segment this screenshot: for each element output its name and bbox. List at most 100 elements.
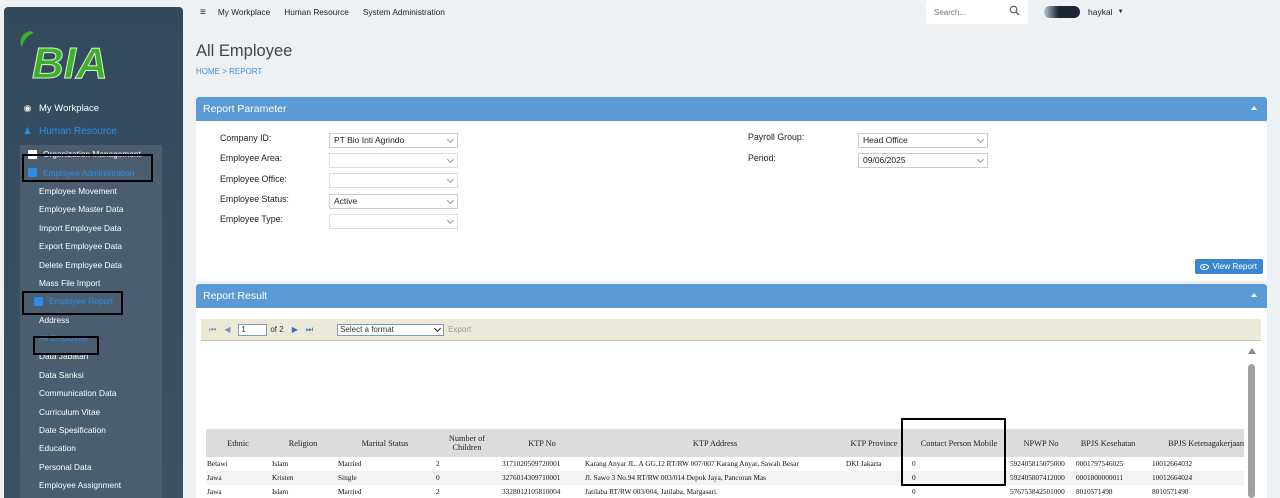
employee-type-select[interactable] — [329, 214, 458, 229]
eye-icon — [1199, 263, 1209, 270]
user-menu[interactable]: haykal ▼ — [1044, 6, 1124, 18]
chevron-down-icon — [976, 135, 985, 144]
employee-office-select[interactable] — [329, 173, 458, 188]
cell-religion: Islam — [272, 459, 289, 468]
employee-type-label: Employee Type: — [220, 214, 283, 224]
payroll-group-select[interactable]: Head Office — [858, 133, 988, 148]
cell-npwp-no: 592405807412000 — [1010, 473, 1065, 482]
cell-religion: Kristen — [272, 473, 294, 482]
chevron-down-icon — [446, 175, 455, 184]
nav-my-workplace[interactable]: ◉ My Workplace — [4, 99, 183, 117]
view-report-label: View Report — [1212, 262, 1257, 271]
cell-ktp-province — [846, 485, 902, 498]
payroll-group-value: Head Office — [863, 135, 908, 145]
menu-icon[interactable]: ≡ — [200, 7, 206, 18]
export-link[interactable]: Export — [448, 325, 471, 334]
cell-ktp-province — [846, 471, 902, 485]
cell-ethnic: Jawa — [207, 487, 222, 496]
sub-education[interactable]: Education — [20, 439, 162, 457]
sub-date-spesification-label: Date Spesification — [39, 425, 106, 436]
table-header: Ethnic Religion Marital Status Number of… — [206, 429, 1244, 457]
employee-area-select[interactable] — [329, 153, 458, 168]
view-report-button[interactable]: View Report — [1194, 259, 1263, 274]
search-icon[interactable] — [1009, 5, 1020, 16]
report-scrollbar[interactable] — [1245, 348, 1257, 498]
report-result-title: Report Result — [203, 290, 268, 302]
chevron-down-icon — [976, 155, 985, 164]
highlight-box-employee-administration — [22, 154, 153, 182]
sub-personal-data-label: Personal Data — [39, 461, 92, 472]
cell-ethnic: Jawa — [207, 473, 222, 482]
company-id-label: Company ID: — [220, 133, 272, 143]
sub-communication-data[interactable]: Communication Data — [20, 384, 162, 402]
first-page-icon[interactable]: ⏮ — [209, 325, 216, 335]
period-label: Period: — [748, 153, 776, 163]
collapse-icon[interactable] — [1251, 106, 1257, 110]
sub-employee-master-data[interactable]: Employee Master Data — [20, 200, 162, 218]
collapse-icon[interactable] — [1251, 293, 1257, 297]
col-ktp-province: KTP Province — [850, 438, 898, 448]
cell-marital-status: Married — [338, 487, 362, 496]
sub-personal-data[interactable]: Personal Data — [20, 458, 162, 476]
sub-delete-employee-data[interactable]: Delete Employee Data — [20, 255, 162, 273]
nav-human-resource[interactable]: ♟ Human Resource — [4, 122, 183, 140]
next-page-icon[interactable]: ▶ — [292, 325, 298, 334]
sub-export-employee-data[interactable]: Export Employee Data — [20, 237, 162, 255]
cell-ktp-address: Jl. Sawo 3 No.94 RT/RW 003/014 Depok Jay… — [585, 473, 767, 482]
cell-ktp-address: Karang Anyar JL. A GG.12 RT/RW 007/007 K… — [585, 459, 799, 468]
top-link-my-workplace[interactable]: My Workplace — [218, 7, 270, 17]
sub-curriculum-vitae-label: Curriculum Vitae — [39, 406, 101, 417]
nav-my-workplace-label: My Workplace — [39, 102, 100, 114]
top-link-system-administration[interactable]: System Administration — [363, 7, 445, 17]
report-result-panel: Report Result ⏮ ◀ 1 of 2 ▶ ⏭ Select a fo… — [196, 284, 1267, 498]
cell-children: 2 — [436, 487, 440, 496]
cell-bpjs-kesehatan: 8010571498 — [1076, 487, 1113, 496]
chevron-down-icon — [434, 324, 442, 332]
sub-delete-employee-data-label: Delete Employee Data — [39, 259, 123, 270]
chevron-down-icon — [446, 135, 455, 144]
sub-import-employee-data-label: Import Employee Data — [39, 222, 122, 233]
previous-page-icon[interactable]: ◀ — [224, 325, 230, 334]
top-link-human-resource[interactable]: Human Resource — [284, 7, 349, 17]
scrollbar-thumb[interactable] — [1248, 364, 1255, 498]
search-box[interactable]: Search... — [926, 0, 1028, 24]
sub-data-sanksi-label: Data Sanksi — [39, 369, 84, 380]
sub-import-employee-data[interactable]: Import Employee Data — [20, 219, 162, 237]
sub-employee-assignment[interactable]: Employee Assignment — [20, 476, 162, 494]
report-result-header[interactable]: Report Result — [196, 284, 1267, 308]
company-id-select[interactable]: PT Bio Inti Agrindo — [329, 133, 458, 148]
sub-export-employee-data-label: Export Employee Data — [39, 241, 123, 252]
search-input[interactable]: Search... — [934, 8, 966, 17]
scroll-up-icon[interactable] — [1248, 348, 1256, 354]
top-navigation: ≡ My Workplace Human Resource System Adm… — [200, 6, 459, 18]
cell-npwp-no: 592405815075000 — [1010, 459, 1065, 468]
cell-ktp-address: Jatilaba RT/RW 003/004, Jatilaba, Margas… — [585, 487, 718, 496]
sub-employee-movement[interactable]: Employee Movement — [20, 182, 162, 200]
sub-date-spesification[interactable]: Date Spesification — [20, 421, 162, 439]
report-parameter-header[interactable]: Report Parameter — [196, 97, 1267, 121]
chevron-down-icon — [446, 216, 455, 225]
cell-religion: Islam — [272, 487, 289, 496]
period-select[interactable]: 09/06/2025 — [858, 153, 988, 168]
hr-submenu: Organization Management Employee Adminis… — [20, 145, 162, 498]
cell-ktp-no: 3171020509720001 — [502, 459, 561, 468]
col-number-of-children: Number of Children — [448, 434, 486, 452]
report-viewer-toolbar: ⏮ ◀ 1 of 2 ▶ ⏭ Select a format Export — [201, 319, 1261, 341]
cell-ktp-no: 3328012105810004 — [502, 487, 561, 496]
sub-mass-file-import[interactable]: Mass File Import — [20, 274, 162, 292]
export-format-select[interactable]: Select a format — [337, 323, 445, 336]
cell-bpjs-ketenagakerjaan: 8010571498 — [1152, 487, 1189, 496]
sub-curriculum-vitae[interactable]: Curriculum Vitae — [20, 402, 162, 420]
last-page-icon[interactable]: ⏭ — [306, 325, 313, 335]
nav-human-resource-label: Human Resource — [39, 125, 117, 137]
sub-data-sanksi[interactable]: Data Sanksi — [20, 366, 162, 384]
employee-status-select[interactable]: Active — [329, 194, 458, 209]
sub-address-label: Address — [39, 314, 70, 325]
avatar — [1044, 6, 1080, 18]
cell-marital-status: Single — [338, 473, 357, 482]
cell-ethnic: Betawi — [207, 459, 228, 468]
page-number-input[interactable]: 1 — [238, 323, 268, 336]
bia-logo[interactable]: BIA — [16, 23, 146, 89]
breadcrumb[interactable]: HOME > REPORT — [196, 67, 262, 76]
caret-down-icon: ▼ — [1117, 9, 1124, 15]
